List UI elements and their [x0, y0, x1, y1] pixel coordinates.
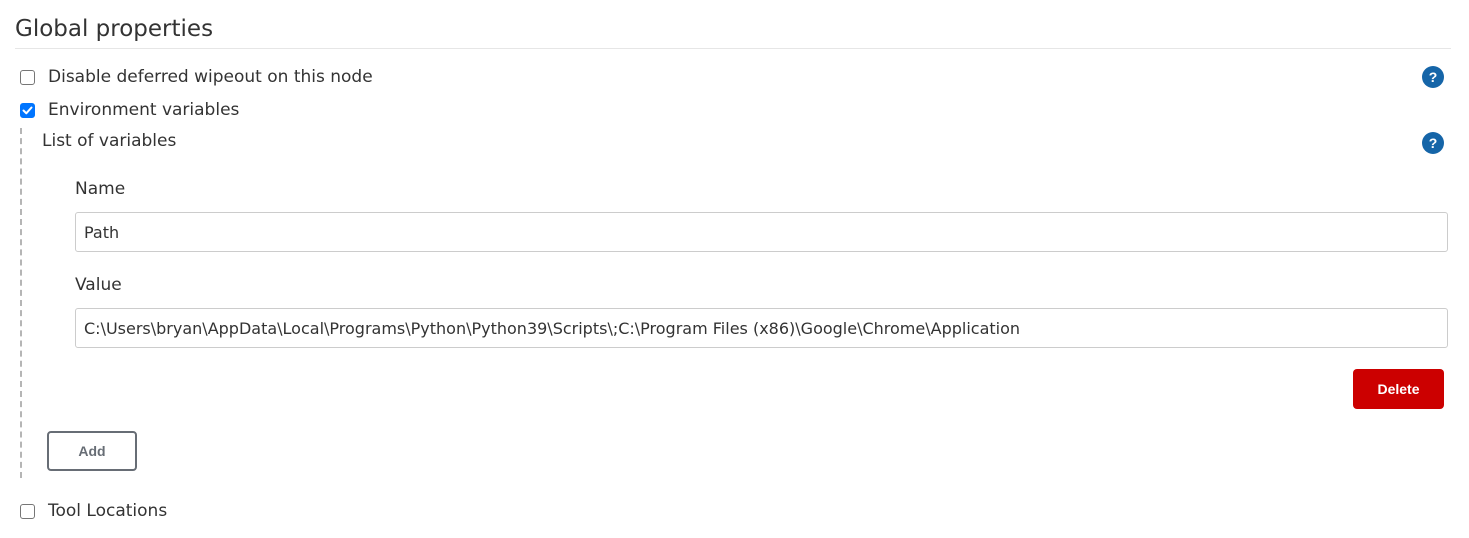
svg-text:?: ?: [1429, 136, 1438, 150]
tool-locations-row: Tool Locations: [20, 499, 167, 523]
section-divider: [15, 48, 1451, 49]
add-button[interactable]: Add: [47, 431, 137, 471]
env-vars-row: Environment variables: [20, 98, 239, 122]
env-vars-checkbox[interactable]: [20, 102, 35, 118]
delete-button[interactable]: Delete: [1353, 369, 1444, 409]
help-icon[interactable]: ?: [1422, 132, 1444, 154]
value-input[interactable]: [75, 308, 1448, 348]
global-properties-page: Global properties Disable deferred wipeo…: [0, 0, 1469, 538]
section-title: Global properties: [15, 16, 214, 42]
tool-locations-label[interactable]: Tool Locations: [48, 501, 167, 521]
name-field-label: Name: [75, 179, 126, 199]
disable-wipeout-checkbox[interactable]: [20, 69, 35, 85]
checkmark-icon: [22, 106, 33, 114]
nested-section-guide: [20, 128, 22, 478]
svg-text:?: ?: [1429, 70, 1438, 84]
tool-locations-checkbox[interactable]: [20, 503, 35, 519]
disable-wipeout-row: Disable deferred wipeout on this node: [20, 65, 373, 89]
list-of-variables-label: List of variables: [42, 131, 177, 151]
help-icon[interactable]: ?: [1422, 66, 1444, 88]
disable-wipeout-label[interactable]: Disable deferred wipeout on this node: [48, 67, 373, 87]
env-vars-label[interactable]: Environment variables: [48, 100, 239, 120]
name-input[interactable]: [75, 212, 1448, 252]
value-field-label: Value: [75, 275, 122, 295]
